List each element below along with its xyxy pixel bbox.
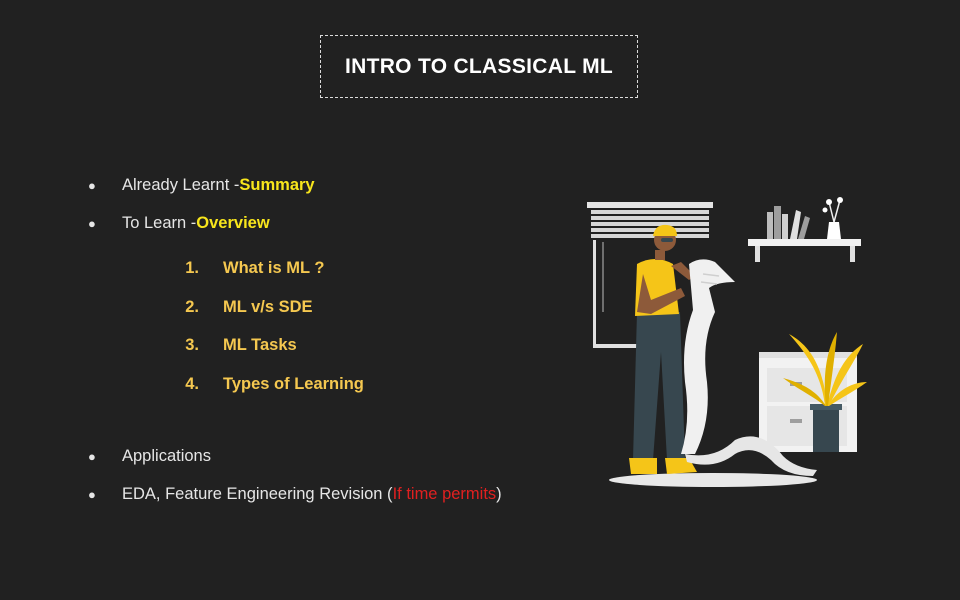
- item-number: 3.: [185, 335, 199, 354]
- bullet-text: Applications: [122, 446, 211, 465]
- bullet-dot: ●: [88, 486, 96, 502]
- wall-shelf: [748, 197, 861, 262]
- numbered-item-3: 3. ML Tasks: [159, 333, 297, 357]
- floor-shadow: [609, 473, 817, 487]
- slide-title: INTRO TO CLASSICAL ML: [344, 54, 614, 78]
- numbered-item-4: 4. Types of Learning: [159, 372, 364, 396]
- bullet-eda: ● EDA, Feature Engineering Revision (If …: [88, 482, 502, 506]
- bullet-to-learn: ● To Learn - Overview: [88, 211, 270, 235]
- bullet-dot: ●: [88, 448, 96, 464]
- bullet-suffix: ): [496, 484, 502, 503]
- item-number: 2.: [185, 297, 199, 316]
- bullet-highlight: Overview: [196, 213, 270, 232]
- person-reading-receipt-illustration: [587, 197, 867, 487]
- numbered-item-1: 1. What is ML ?: [159, 256, 324, 280]
- bullet-highlight-red: If time permits: [392, 484, 497, 503]
- title-box: INTRO TO CLASSICAL ML: [320, 35, 638, 98]
- bullet-highlight: Summary: [239, 175, 315, 194]
- item-label: ML v/s SDE: [223, 297, 313, 316]
- item-number: 1.: [185, 258, 199, 277]
- numbered-item-2: 2. ML v/s SDE: [159, 295, 313, 319]
- bullet-text: Already Learnt -: [122, 175, 240, 194]
- bullet-dot: ●: [88, 215, 96, 231]
- item-label: Types of Learning: [223, 374, 364, 393]
- item-label: What is ML ?: [223, 258, 325, 277]
- bullet-applications: ● Applications: [88, 444, 211, 468]
- bullet-text: EDA, Feature Engineering Revision (: [122, 484, 393, 503]
- item-label: ML Tasks: [223, 335, 297, 354]
- bullet-text: To Learn -: [122, 213, 197, 232]
- item-number: 4.: [185, 374, 199, 393]
- bullet-already-learnt: ● Already Learnt - Summary: [88, 173, 315, 197]
- bullet-dot: ●: [88, 177, 96, 193]
